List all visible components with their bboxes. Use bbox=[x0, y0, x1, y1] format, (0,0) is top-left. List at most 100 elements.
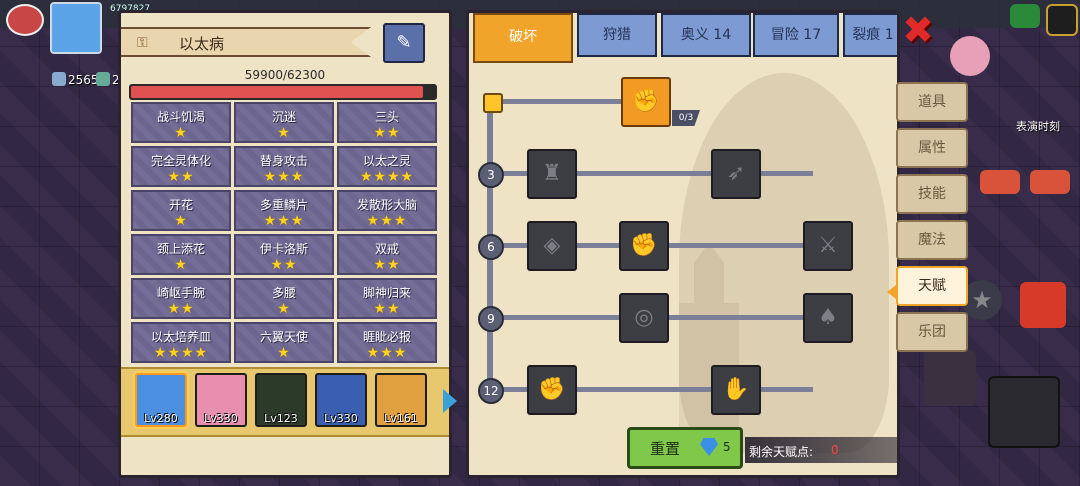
trait-name: 六翼天使 bbox=[259, 330, 308, 344]
trait-cell[interactable]: 发散形大脑 ★★★ bbox=[337, 190, 437, 231]
talent-hand-icon[interactable]: ✋ bbox=[711, 365, 761, 415]
trait-cell[interactable]: 颈上添花 ★ bbox=[131, 234, 231, 275]
trait-cell[interactable]: 多重鳞片 ★★★ bbox=[234, 190, 334, 231]
talent-arm-wrestle-icon[interactable]: ✊ bbox=[621, 77, 671, 127]
trait-stars: ★★ bbox=[167, 169, 195, 185]
side-tab-1[interactable]: 道具 bbox=[896, 82, 968, 122]
star-button-icon[interactable]: ★ bbox=[962, 280, 1002, 320]
tier-level: 9 bbox=[478, 306, 504, 332]
shop-button-icon[interactable] bbox=[1020, 282, 1066, 328]
tab-3[interactable]: 奥义 14 bbox=[661, 13, 751, 57]
sword-button-icon[interactable] bbox=[924, 350, 976, 406]
hero-portrait[interactable]: Lv161 bbox=[375, 373, 427, 427]
trait-cell[interactable]: 战斗饥渴 ★ bbox=[131, 102, 231, 143]
trait-stars: ★★★★ bbox=[153, 345, 209, 361]
trait-name: 开花 bbox=[168, 198, 193, 212]
reset-cost: 5 bbox=[723, 440, 731, 454]
remaining-value: 0 bbox=[831, 443, 839, 457]
expand-icon[interactable] bbox=[1046, 4, 1078, 36]
side-tab-4[interactable]: 魔法 bbox=[896, 220, 968, 260]
trait-name: 三头 bbox=[374, 110, 399, 124]
side-tab-6[interactable]: 乐团 bbox=[896, 312, 968, 352]
trait-name: 以太培养皿 bbox=[150, 330, 211, 344]
cake-decoration bbox=[1030, 170, 1070, 194]
hp-text: 59900/62300 bbox=[244, 68, 326, 82]
camera-icon[interactable] bbox=[6, 4, 44, 36]
side-tab-5[interactable]: 天赋 bbox=[896, 266, 968, 306]
talent-fist-bump-icon[interactable]: ✊ bbox=[619, 221, 669, 271]
hero-portrait[interactable]: Lv123 bbox=[255, 373, 307, 427]
hero-level: Lv280 bbox=[144, 412, 178, 425]
trait-cell[interactable]: 开花 ★ bbox=[131, 190, 231, 231]
talent-count: 0/3 bbox=[672, 110, 700, 126]
hero-portrait[interactable]: Lv280 bbox=[135, 373, 187, 427]
trait-stars: ★ bbox=[174, 257, 188, 273]
trait-stars: ★ bbox=[277, 301, 291, 317]
side-tab-2[interactable]: 属性 bbox=[896, 128, 968, 168]
trait-cell[interactable]: 完全灵体化 ★★ bbox=[131, 146, 231, 187]
trait-name: 脚神归来 bbox=[362, 286, 411, 300]
scroll-right-arrow-icon[interactable] bbox=[443, 389, 457, 413]
diamond-icon bbox=[700, 438, 718, 456]
trait-cell[interactable]: 崎岖手腕 ★★ bbox=[131, 278, 231, 319]
trait-cell[interactable]: 双戒 ★★ bbox=[337, 234, 437, 275]
trait-name: 多腰 bbox=[271, 286, 296, 300]
cake-decoration bbox=[980, 170, 1020, 194]
hero-level: Lv330 bbox=[324, 412, 358, 425]
hp-bar-fill bbox=[131, 86, 424, 98]
trait-name: 多重鳞片 bbox=[259, 198, 308, 212]
trait-stars: ★★★ bbox=[263, 169, 305, 185]
talent-arrow-icon[interactable]: ➶ bbox=[711, 149, 761, 199]
npc-sprite bbox=[950, 36, 990, 76]
network-icon[interactable] bbox=[1010, 4, 1040, 28]
trait-cell[interactable]: 脚神归来 ★★ bbox=[337, 278, 437, 319]
talent-muscle-icon[interactable]: ♜ bbox=[527, 149, 577, 199]
trait-name: 替身攻击 bbox=[259, 154, 308, 168]
resource-1: 2565 bbox=[52, 72, 99, 87]
trait-stars: ★★ bbox=[373, 301, 401, 317]
trait-cell[interactable]: 替身攻击 ★★★ bbox=[234, 146, 334, 187]
player-avatar[interactable] bbox=[50, 2, 102, 54]
bow-button-icon[interactable] bbox=[988, 376, 1060, 448]
side-tab-3[interactable]: 技能 bbox=[896, 174, 968, 214]
trait-cell[interactable]: 多腰 ★ bbox=[234, 278, 334, 319]
talent-blade-icon[interactable]: ⚔ bbox=[803, 221, 853, 271]
talent-shield-icon[interactable]: ◈ bbox=[527, 221, 577, 271]
talent-fist-icon[interactable]: ✊ bbox=[527, 365, 577, 415]
trait-cell[interactable]: 伊卡洛斯 ★★ bbox=[234, 234, 334, 275]
trait-cell[interactable]: 以太之灵 ★★★★ bbox=[337, 146, 437, 187]
leaf-icon bbox=[96, 72, 110, 86]
trait-stars: ★★ bbox=[270, 257, 298, 273]
reset-button[interactable]: 重置 5 bbox=[627, 427, 743, 469]
hero-level: Lv123 bbox=[264, 412, 298, 425]
trait-cell[interactable]: 睚眦必报 ★★★ bbox=[337, 322, 437, 363]
hero-strip: Lv280 Lv330 Lv123 Lv330 Lv161 bbox=[121, 367, 449, 437]
trait-cell[interactable]: 以太培养皿 ★★★★ bbox=[131, 322, 231, 363]
hero-portrait[interactable]: Lv330 bbox=[195, 373, 247, 427]
tree-branch bbox=[493, 99, 623, 104]
key-icon: ⚿ bbox=[137, 35, 148, 51]
talent-ripple-icon[interactable]: ◎ bbox=[619, 293, 669, 343]
tree-start-node bbox=[483, 93, 503, 113]
tab-5[interactable]: 裂痕 1 bbox=[843, 13, 897, 57]
trait-cell[interactable]: 六翼天使 ★ bbox=[234, 322, 334, 363]
trait-cell[interactable]: 沉迷 ★ bbox=[234, 102, 334, 143]
crystal-icon bbox=[52, 72, 66, 86]
resource-1-value: 2565 bbox=[68, 73, 99, 87]
trait-stars: ★★★ bbox=[366, 213, 408, 229]
trait-name: 完全灵体化 bbox=[150, 154, 211, 168]
trait-cell[interactable]: 三头 ★★ bbox=[337, 102, 437, 143]
trait-name: 发散形大脑 bbox=[356, 198, 417, 212]
trait-name: 以太之灵 bbox=[362, 154, 411, 168]
trait-stars: ★★★ bbox=[366, 345, 408, 361]
trait-name: 崎岖手腕 bbox=[156, 286, 205, 300]
syringe-button[interactable]: ✎ bbox=[383, 23, 425, 63]
hero-portrait[interactable]: Lv330 bbox=[315, 373, 367, 427]
tab-4[interactable]: 冒险 17 bbox=[753, 13, 839, 57]
tab-2[interactable]: 狩猎 bbox=[577, 13, 657, 57]
close-icon[interactable]: ✖ bbox=[898, 10, 938, 50]
talent-bat-icon[interactable]: ♠ bbox=[803, 293, 853, 343]
shop-label: 表演时刻 bbox=[1016, 120, 1060, 133]
tab-1[interactable]: 破坏 bbox=[473, 13, 573, 63]
trait-stars: ★ bbox=[277, 125, 291, 141]
